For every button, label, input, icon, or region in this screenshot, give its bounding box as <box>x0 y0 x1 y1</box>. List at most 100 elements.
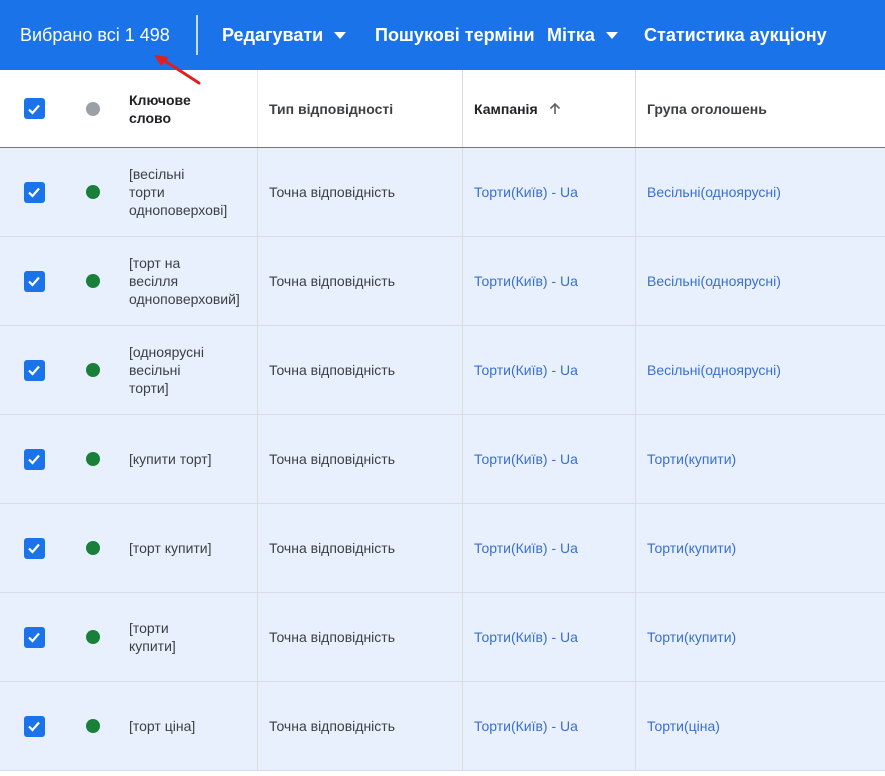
checkmark-icon <box>28 454 40 465</box>
search-terms-label: Пошукові терміни <box>375 25 535 45</box>
row-checkbox-cell <box>0 504 68 592</box>
keyword-text[interactable]: [торти купити] <box>129 619 176 655</box>
ad-group-cell: Весільні(одноярусні) <box>636 326 885 414</box>
checkmark-icon <box>28 721 40 732</box>
ad-group-cell: Весільні(одноярусні) <box>636 237 885 325</box>
row-checkbox-cell <box>0 148 68 236</box>
keyword-cell: [торт ціна] <box>118 682 258 770</box>
row-checkbox[interactable] <box>23 448 45 470</box>
select-all-checkbox[interactable] <box>23 98 45 119</box>
table-row[interactable]: [одноярусні весільні торти] Точна відпов… <box>0 326 885 415</box>
campaign-link[interactable]: Торти(Київ) - Ua <box>474 450 578 468</box>
header-match-type-label: Тип відповідності <box>269 100 394 117</box>
table-body: [весільні торти одноповерхові] Точна від… <box>0 148 885 771</box>
campaign-cell: Торти(Київ) - Ua <box>463 682 636 770</box>
match-type-cell: Точна відповідність <box>258 504 463 592</box>
keyword-text[interactable]: [купити торт] <box>129 450 212 468</box>
label-menu-button[interactable]: Мітка <box>547 24 618 46</box>
keywords-table: Ключове слово Тип відповідності Кампанія… <box>0 70 885 771</box>
match-type-text[interactable]: Точна відповідність <box>269 183 395 201</box>
ad-group-link[interactable]: Весільні(одноярусні) <box>647 183 781 201</box>
ad-group-cell: Торти(купити) <box>636 415 885 503</box>
row-status-cell <box>68 148 118 236</box>
match-type-cell: Точна відповідність <box>258 148 463 236</box>
label-menu-label: Мітка <box>547 25 595 45</box>
row-checkbox-cell <box>0 682 68 770</box>
ad-group-cell: Торти(ціна) <box>636 682 885 770</box>
row-checkbox[interactable] <box>23 537 45 559</box>
header-status-cell <box>68 70 118 147</box>
campaign-cell: Торти(Київ) - Ua <box>463 504 636 592</box>
row-checkbox[interactable] <box>23 715 45 737</box>
keyword-cell: [торт купити] <box>118 504 258 592</box>
match-type-text[interactable]: Точна відповідність <box>269 272 395 290</box>
keyword-text[interactable]: [торт ціна] <box>129 717 195 735</box>
row-checkbox-cell <box>0 237 68 325</box>
auction-stats-button[interactable]: Статистика аукціону <box>644 24 827 46</box>
search-terms-button[interactable]: Пошукові терміни <box>375 24 535 46</box>
table-row[interactable]: [торт на весілля одноповерховий] Точна в… <box>0 237 885 326</box>
row-checkbox-cell <box>0 593 68 681</box>
keyword-text[interactable]: [весільні торти одноповерхові] <box>129 165 227 219</box>
header-campaign[interactable]: Кампанія <box>463 70 636 147</box>
row-checkbox[interactable] <box>23 626 45 648</box>
match-type-cell: Точна відповідність <box>258 593 463 681</box>
campaign-link[interactable]: Торти(Київ) - Ua <box>474 361 578 379</box>
match-type-text[interactable]: Точна відповідність <box>269 539 395 557</box>
edit-menu-button[interactable]: Редагувати <box>222 24 347 46</box>
ad-group-link[interactable]: Торти(купити) <box>647 450 736 468</box>
row-checkbox[interactable] <box>23 359 45 381</box>
keyword-cell: [торти купити] <box>118 593 258 681</box>
keyword-text[interactable]: [торт купити] <box>129 539 212 557</box>
campaign-link[interactable]: Торти(Київ) - Ua <box>474 539 578 557</box>
ad-group-link[interactable]: Торти(ціна) <box>647 717 720 735</box>
table-row[interactable]: [весільні торти одноповерхові] Точна від… <box>0 148 885 237</box>
ad-group-link[interactable]: Весільні(одноярусні) <box>647 361 781 379</box>
checkmark-icon <box>28 104 40 115</box>
match-type-text[interactable]: Точна відповідність <box>269 717 395 735</box>
row-status-cell <box>68 682 118 770</box>
match-type-cell: Точна відповідність <box>258 326 463 414</box>
table-row[interactable]: [торти купити] Точна відповідність Торти… <box>0 593 885 682</box>
row-status-cell <box>68 237 118 325</box>
table-row[interactable]: [торт ціна] Точна відповідність Торти(Ки… <box>0 682 885 771</box>
match-type-text[interactable]: Точна відповідність <box>269 361 395 379</box>
match-type-text[interactable]: Точна відповідність <box>269 450 395 468</box>
header-checkbox-cell <box>0 70 68 147</box>
status-enabled-icon <box>86 630 100 644</box>
keyword-text[interactable]: [торт на весілля одноповерховий] <box>129 254 240 308</box>
row-checkbox[interactable] <box>23 270 45 292</box>
ad-group-link[interactable]: Торти(купити) <box>647 539 736 557</box>
keyword-text[interactable]: [одноярусні весільні торти] <box>129 343 204 397</box>
table-row[interactable]: [торт купити] Точна відповідність Торти(… <box>0 504 885 593</box>
status-enabled-icon <box>86 363 100 377</box>
match-type-cell: Точна відповідність <box>258 682 463 770</box>
row-checkbox[interactable] <box>23 181 45 203</box>
campaign-link[interactable]: Торти(Київ) - Ua <box>474 717 578 735</box>
row-status-cell <box>68 504 118 592</box>
checkmark-icon <box>28 543 40 554</box>
campaign-link[interactable]: Торти(Київ) - Ua <box>474 183 578 201</box>
header-campaign-label: Кампанія <box>474 100 538 117</box>
status-enabled-icon <box>86 719 100 733</box>
table-row[interactable]: [купити торт] Точна відповідність Торти(… <box>0 415 885 504</box>
campaign-link[interactable]: Торти(Київ) - Ua <box>474 272 578 290</box>
header-ad-group[interactable]: Група оголошень <box>636 70 885 147</box>
checkmark-icon <box>28 365 40 376</box>
campaign-link[interactable]: Торти(Київ) - Ua <box>474 628 578 646</box>
arrow-up-icon <box>549 102 560 114</box>
selection-toolbar: Вибрано всі 1 498 Редагувати Пошукові те… <box>0 0 885 70</box>
row-status-cell <box>68 326 118 414</box>
auction-stats-label: Статистика аукціону <box>644 25 827 45</box>
row-checkbox-cell <box>0 326 68 414</box>
header-match-type[interactable]: Тип відповідності <box>258 70 463 147</box>
row-status-cell <box>68 415 118 503</box>
status-dot-icon <box>86 101 100 116</box>
row-checkbox-cell <box>0 415 68 503</box>
table-header-row: Ключове слово Тип відповідності Кампанія… <box>0 70 885 148</box>
ad-group-link[interactable]: Торти(купити) <box>647 628 736 646</box>
campaign-cell: Торти(Київ) - Ua <box>463 237 636 325</box>
match-type-text[interactable]: Точна відповідність <box>269 628 395 646</box>
ad-group-link[interactable]: Весільні(одноярусні) <box>647 272 781 290</box>
selection-count[interactable]: Вибрано всі 1 498 <box>20 24 170 46</box>
